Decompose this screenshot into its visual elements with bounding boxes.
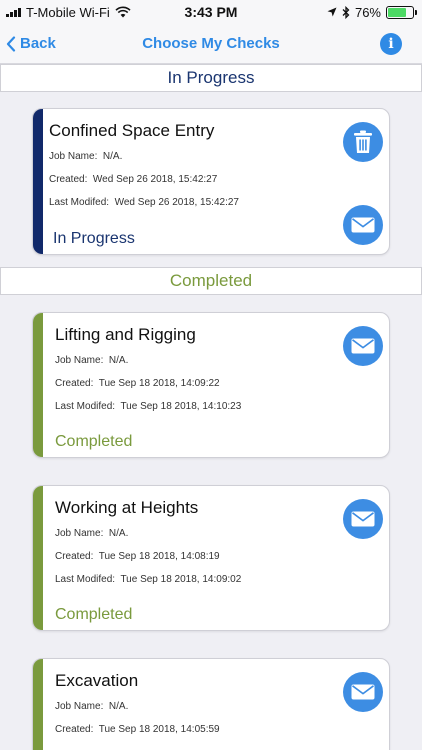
created-label: Created: — [55, 378, 94, 389]
modified-value: Tue Sep 18 2018, 14:09:02 — [120, 574, 242, 585]
job-name-label: Job Name: — [55, 528, 104, 539]
card-status: Completed — [55, 606, 133, 623]
status-bar-indicator — [33, 313, 43, 457]
card-title: Confined Space Entry — [49, 121, 215, 140]
created-label: Created: — [49, 174, 88, 185]
job-name-label: Job Name: — [55, 355, 104, 366]
job-name-value: N/A. — [108, 528, 129, 539]
check-card-working-at-heights[interactable]: Working at Heights Job Name: N/A. Create… — [32, 485, 390, 631]
nav-bar: Back Choose My Checks i — [0, 24, 422, 64]
info-icon[interactable]: i — [380, 32, 402, 55]
modified-value: Tue Sep 18 2018, 14:10:23 — [120, 401, 242, 412]
created-line: Created: Tue Sep 18 2018, 14:05:59 — [55, 724, 220, 735]
back-label: Back — [20, 35, 56, 52]
envelope-icon — [351, 684, 375, 700]
check-card-excavation[interactable]: Excavation Job Name: N/A. Created: Tue S… — [32, 658, 390, 750]
status-bar-indicator — [33, 109, 43, 254]
card-body: Lifting and Rigging Job Name: N/A. Creat… — [55, 313, 389, 457]
status-bar: T-Mobile Wi-Fi 3:43 PM 76% — [0, 0, 422, 24]
job-name-line: Job Name: N/A. — [55, 355, 128, 366]
modified-value: Wed Sep 26 2018, 15:42:27 — [114, 197, 239, 208]
card-title: Lifting and Rigging — [55, 325, 196, 344]
bluetooth-icon — [342, 5, 350, 19]
envelope-icon — [351, 217, 375, 233]
check-card-confined-space-entry[interactable]: Confined Space Entry Job Name: N/A. Crea… — [32, 108, 390, 255]
created-line: Created: Wed Sep 26 2018, 15:42:27 — [49, 174, 217, 185]
status-bar-indicator — [33, 486, 43, 630]
created-line: Created: Tue Sep 18 2018, 14:08:19 — [55, 551, 220, 562]
job-name-label: Job Name: — [49, 151, 98, 162]
envelope-icon — [351, 338, 375, 354]
email-button[interactable] — [343, 499, 383, 539]
email-button[interactable] — [343, 205, 383, 245]
card-body: Excavation Job Name: N/A. Created: Tue S… — [55, 659, 389, 750]
created-label: Created: — [55, 551, 94, 562]
section-header-completed: Completed — [0, 267, 422, 295]
back-button[interactable]: Back — [6, 35, 56, 52]
created-value: Wed Sep 26 2018, 15:42:27 — [92, 174, 218, 185]
card-body: Confined Space Entry Job Name: N/A. Crea… — [49, 109, 389, 254]
modified-label: Last Modifed: — [55, 574, 116, 585]
job-name-value: N/A. — [108, 355, 129, 366]
battery-fill — [388, 7, 407, 17]
location-icon — [327, 7, 337, 17]
created-value: Tue Sep 18 2018, 14:05:59 — [98, 724, 220, 735]
battery-icon — [386, 5, 417, 19]
email-button[interactable] — [343, 672, 383, 712]
modified-label: Last Modifed: — [49, 197, 110, 208]
modified-line: Last Modifed: Wed Sep 26 2018, 15:42:27 — [49, 197, 239, 208]
section-header-in-progress: In Progress — [0, 64, 422, 92]
job-name-value: N/A. — [102, 151, 123, 162]
card-status: Completed — [55, 433, 133, 450]
check-card-lifting-and-rigging[interactable]: Lifting and Rigging Job Name: N/A. Creat… — [32, 312, 390, 458]
modified-line: Last Modifed: Tue Sep 18 2018, 14:10:23 — [55, 401, 241, 412]
modified-label: Last Modifed: — [55, 401, 116, 412]
created-line: Created: Tue Sep 18 2018, 14:09:22 — [55, 378, 220, 389]
chevron-left-icon — [6, 35, 16, 52]
status-right: 76% — [327, 4, 417, 20]
status-bar-indicator — [33, 659, 43, 750]
job-name-value: N/A. — [108, 701, 129, 712]
card-body: Working at Heights Job Name: N/A. Create… — [55, 486, 389, 630]
email-button[interactable] — [343, 326, 383, 366]
created-label: Created: — [55, 724, 94, 735]
battery-percent: 76% — [354, 4, 381, 20]
card-status: In Progress — [53, 230, 135, 247]
modified-line: Last Modifed: Tue Sep 18 2018, 14:09:02 — [55, 574, 241, 585]
job-name-line: Job Name: N/A. — [55, 528, 128, 539]
delete-button[interactable] — [343, 122, 383, 162]
card-title: Excavation — [55, 671, 139, 690]
card-title: Working at Heights — [55, 498, 199, 517]
envelope-icon — [351, 511, 375, 527]
job-name-line: Job Name: N/A. — [49, 151, 122, 162]
created-value: Tue Sep 18 2018, 14:08:19 — [98, 551, 220, 562]
job-name-label: Job Name: — [55, 701, 104, 712]
trash-icon — [354, 130, 372, 153]
page-title: Choose My Checks — [142, 35, 280, 52]
created-value: Tue Sep 18 2018, 14:09:22 — [98, 378, 220, 389]
job-name-line: Job Name: N/A. — [55, 701, 128, 712]
